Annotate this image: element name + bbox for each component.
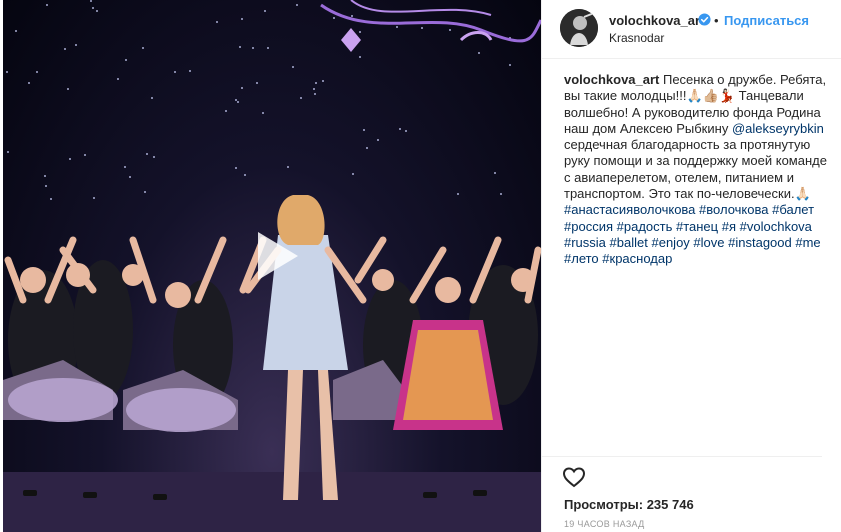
post-sidebar: volochkova_art • Подписаться Krasnodar v…	[541, 0, 841, 532]
hashtag-link[interactable]: #me	[795, 235, 820, 250]
post-username[interactable]: volochkova_art	[609, 13, 704, 28]
avatar[interactable]	[560, 9, 598, 47]
post-header: volochkova_art • Подписаться Krasnodar	[542, 0, 841, 59]
hashtag-link[interactable]: #радость	[617, 219, 673, 234]
caption-username[interactable]: volochkova_art	[564, 72, 659, 87]
caption-mention[interactable]: @alekseyrybkin	[732, 121, 824, 136]
hashtag-link[interactable]: #танец	[676, 219, 718, 234]
hashtag-link[interactable]: #краснодар	[602, 251, 672, 266]
hashtag-link[interactable]: #я	[722, 219, 736, 234]
hashtag-link[interactable]: #россия	[564, 219, 613, 234]
play-button[interactable]	[247, 226, 307, 286]
hashtag-link[interactable]: #love	[693, 235, 724, 250]
hashtag-link[interactable]: #volochkova	[740, 219, 812, 234]
hashtag-link[interactable]: #лето	[564, 251, 599, 266]
hashtag-link[interactable]: #instagood	[728, 235, 792, 250]
heart-icon[interactable]	[562, 465, 586, 489]
divider	[542, 456, 822, 457]
hashtag-link[interactable]: #ballet	[610, 235, 648, 250]
post-caption: volochkova_art Песенка о дружбе. Ребята,…	[564, 72, 828, 268]
hashtag-link[interactable]: #анастасияволочкова	[564, 202, 695, 217]
separator-dot: •	[714, 13, 719, 28]
caption-text-part-2: сердечная благодарность за протянутую ру…	[564, 137, 827, 202]
view-count: Просмотры: 235 746	[564, 497, 694, 512]
avatar-image	[560, 9, 598, 47]
verified-badge-icon	[698, 13, 711, 26]
post-timestamp[interactable]: 19 часов назад	[564, 519, 645, 529]
play-icon	[258, 232, 298, 280]
hashtag-link[interactable]: #russia	[564, 235, 606, 250]
follow-button[interactable]: Подписаться	[724, 13, 809, 28]
hashtag-list: #анастасияволочкова #волочкова #балет #р…	[564, 202, 821, 266]
hashtag-link[interactable]: #enjoy	[651, 235, 689, 250]
post-video[interactable]	[3, 0, 541, 532]
post-location[interactable]: Krasnodar	[609, 31, 664, 45]
hashtag-link[interactable]: #балет	[772, 202, 814, 217]
hashtag-link[interactable]: #волочкова	[699, 202, 768, 217]
